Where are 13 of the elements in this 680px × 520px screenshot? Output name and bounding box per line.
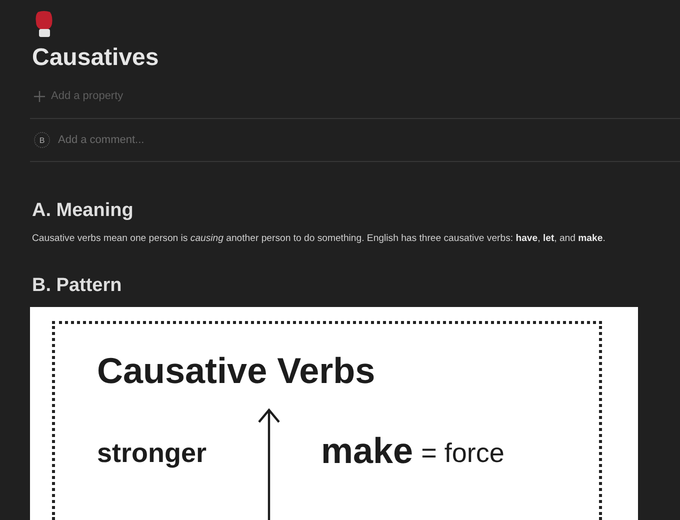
section-heading: A. Meaning [32, 200, 134, 222]
diagram-title: Causative Verbs [97, 350, 376, 392]
section-heading: B. Pattern [32, 275, 123, 298]
user-avatar: B [34, 132, 50, 148]
verb-meaning: = force [421, 438, 504, 470]
plus-icon[interactable] [34, 90, 45, 102]
comment-field[interactable]: Add a comment... [58, 134, 144, 146]
page-title: Causatives [32, 44, 160, 72]
verb-label: make [321, 430, 414, 472]
boxing-glove-icon [34, 10, 54, 38]
scale-label: stronger [97, 438, 208, 470]
paragraph: Causative verbs mean one person is causing another person to do something. English has three causative verbs: have, let, and make. [32, 232, 606, 246]
add-property-link[interactable]: Add a property [51, 90, 124, 102]
